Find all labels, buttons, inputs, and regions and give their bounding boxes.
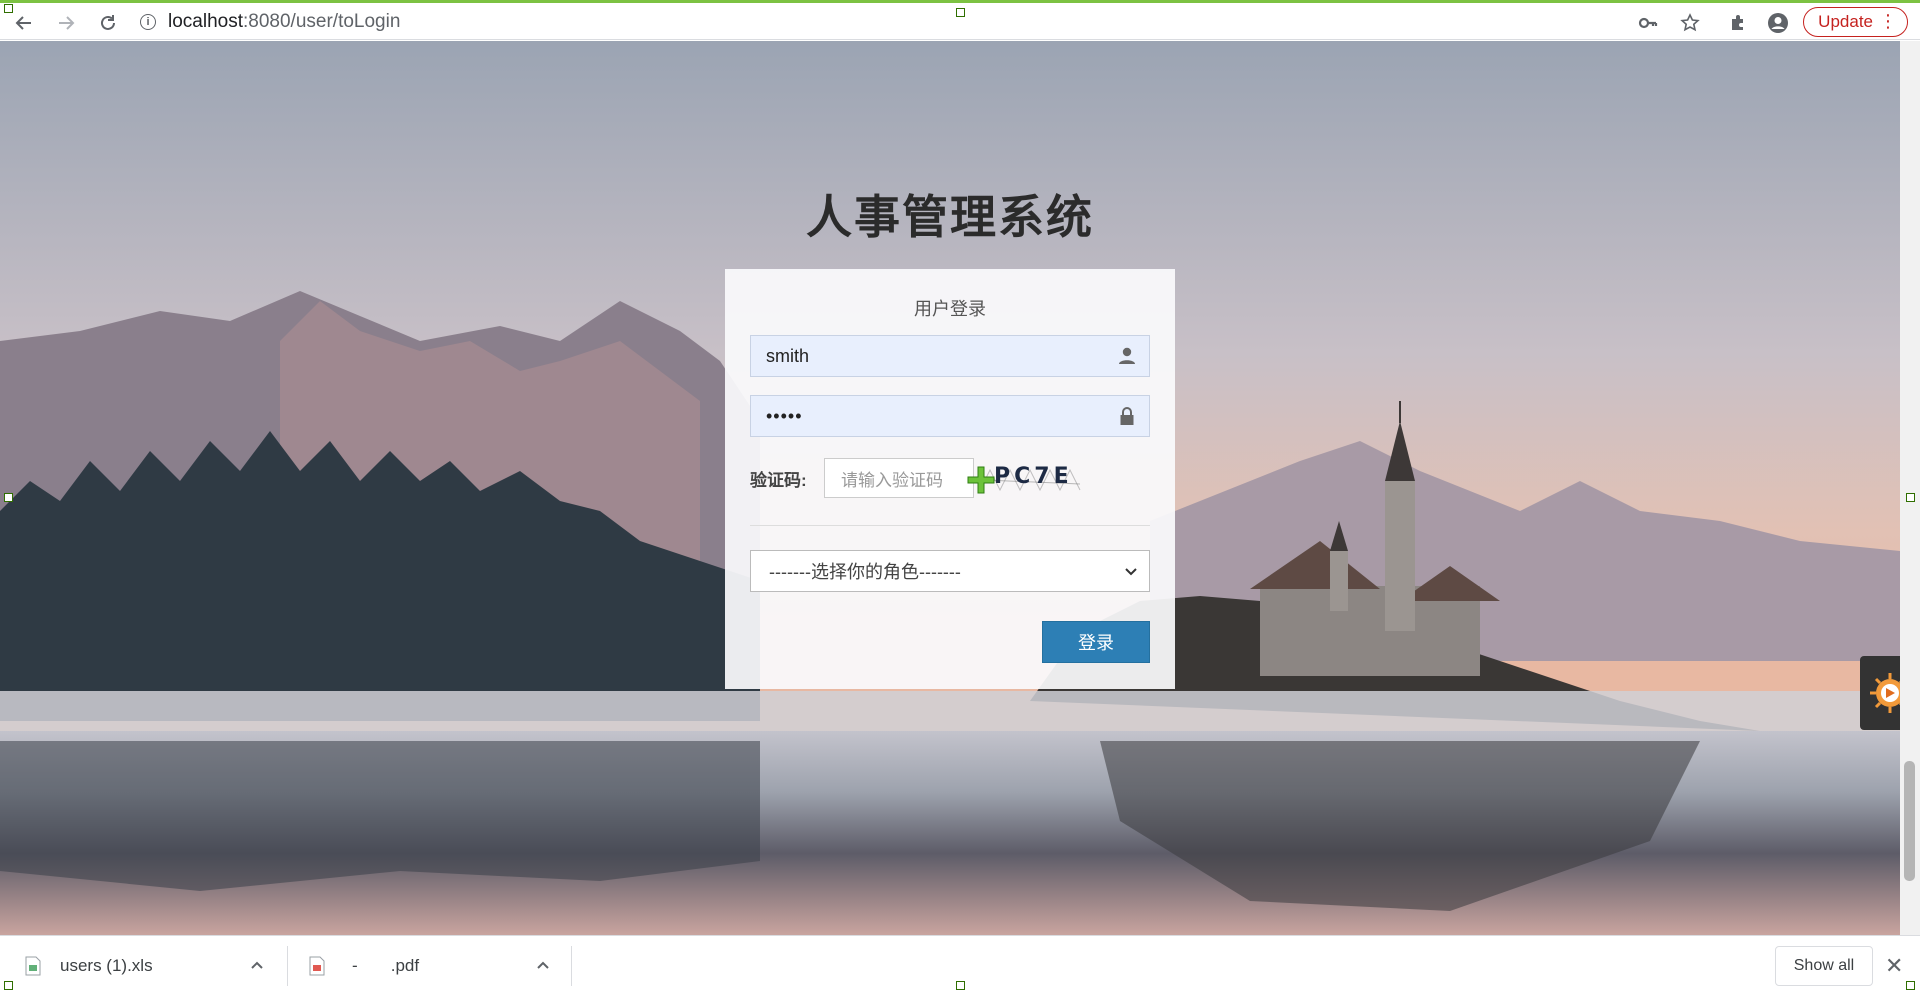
move-cursor-icon xyxy=(967,466,995,494)
forward-arrow-icon[interactable] xyxy=(52,9,80,37)
captcha-text: PC7E xyxy=(994,464,1073,489)
page-scrollbar[interactable] xyxy=(1900,41,1920,935)
vertical-dots-icon[interactable]: ⋮ xyxy=(1879,11,1897,31)
selection-handle xyxy=(4,493,13,502)
extensions-puzzle-icon[interactable] xyxy=(1724,9,1752,37)
role-select-value: -------选择你的角色------- xyxy=(769,562,961,582)
close-icon[interactable]: ✕ xyxy=(1885,953,1903,979)
role-select[interactable]: -------选择你的角色------- xyxy=(750,550,1150,592)
chevron-up-icon[interactable] xyxy=(536,958,550,972)
browser-toolbar: i localhost:8080/user/toLogin Update ⋮ xyxy=(0,0,1920,40)
password-value: ••••• xyxy=(766,405,803,426)
scrollbar-thumb[interactable] xyxy=(1904,761,1915,881)
page-viewport: 人事管理系统 用户登录 smith ••••• 验证码: 请输入验证码 PC7E xyxy=(0,41,1900,935)
show-all-button[interactable]: Show all xyxy=(1775,946,1873,986)
download-separator xyxy=(287,946,288,986)
chevron-up-icon[interactable] xyxy=(250,958,264,972)
selection-handle xyxy=(1906,981,1915,990)
update-button[interactable]: Update ⋮ xyxy=(1803,7,1908,37)
captcha-input[interactable]: 请输入验证码 xyxy=(824,458,974,498)
download-separator xyxy=(571,946,572,986)
lock-icon xyxy=(1120,407,1134,425)
floating-assistant-widget[interactable] xyxy=(1860,656,1900,730)
pdf-file-icon xyxy=(309,956,325,976)
system-title: 人事管理系统 xyxy=(806,191,1094,243)
address-bar[interactable]: i localhost:8080/user/toLogin xyxy=(140,8,1640,36)
captcha-label: 验证码: xyxy=(750,470,807,490)
back-arrow-icon[interactable] xyxy=(10,9,38,37)
login-button[interactable]: 登录 xyxy=(1042,621,1150,663)
download-item[interactable]: users (1).xls xyxy=(24,936,274,996)
update-label: Update xyxy=(1818,12,1873,31)
download-filename: users (1).xls xyxy=(60,956,153,975)
reload-icon[interactable] xyxy=(94,9,122,37)
url-path: :8080/user/toLogin xyxy=(243,11,401,32)
bookmark-star-icon[interactable] xyxy=(1676,9,1704,37)
chevron-down-icon xyxy=(1125,568,1137,576)
divider xyxy=(750,525,1150,526)
profile-avatar-icon[interactable] xyxy=(1764,9,1792,37)
username-value: smith xyxy=(766,345,810,366)
login-heading: 用户登录 xyxy=(914,299,986,319)
password-input[interactable]: ••••• xyxy=(750,395,1150,437)
url-host: localhost xyxy=(168,11,243,32)
key-icon[interactable] xyxy=(1634,9,1662,37)
site-info-icon[interactable]: i xyxy=(140,14,156,30)
username-input[interactable]: smith xyxy=(750,335,1150,377)
selection-handle xyxy=(956,8,965,17)
download-filename: - .pdf xyxy=(352,956,420,975)
captcha-row: 验证码: 请输入验证码 PC7E xyxy=(750,457,1150,499)
selection-handle xyxy=(956,981,965,990)
selection-handle xyxy=(4,981,13,990)
captcha-placeholder: 请输入验证码 xyxy=(841,470,943,490)
sun-logo-icon xyxy=(1870,673,1900,713)
download-item[interactable]: - .pdf xyxy=(308,936,558,996)
login-panel: 用户登录 smith ••••• 验证码: 请输入验证码 PC7E ------… xyxy=(725,269,1175,689)
selection-handle xyxy=(4,4,13,13)
user-icon xyxy=(1119,347,1135,364)
xls-file-icon xyxy=(25,956,41,976)
selection-handle xyxy=(1906,493,1915,502)
